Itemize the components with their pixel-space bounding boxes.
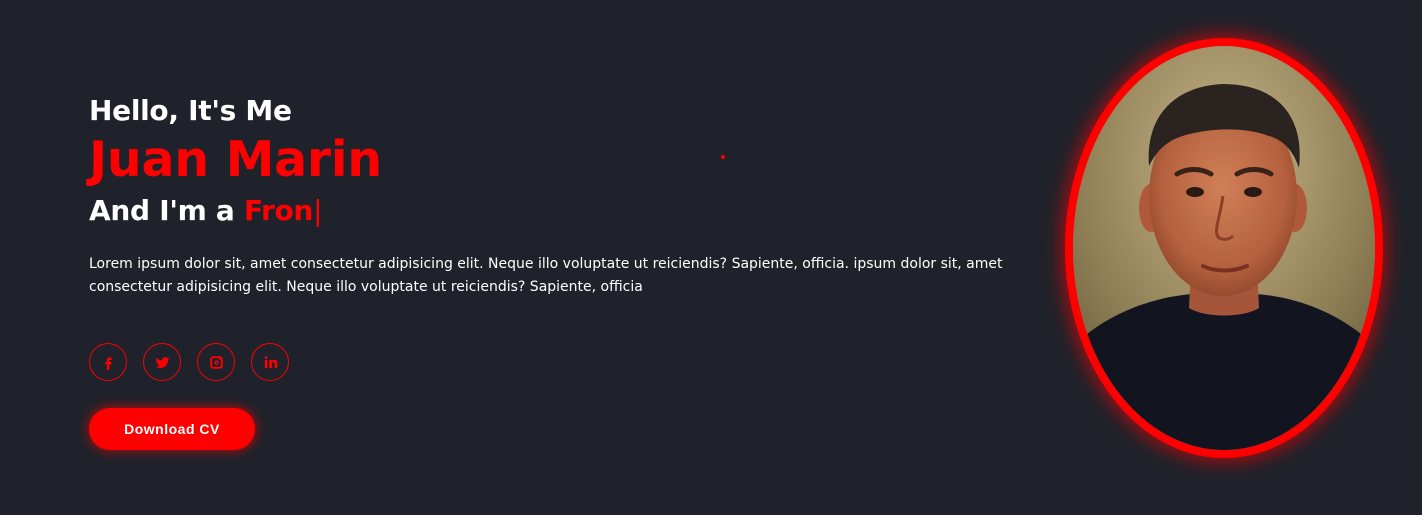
hero-description: Lorem ipsum dolor sit, amet consectetur … bbox=[89, 256, 1003, 295]
greeting-text: Hello, It's Me bbox=[89, 94, 292, 127]
profile-portrait-image bbox=[1073, 46, 1375, 450]
twitter-link[interactable] bbox=[143, 343, 181, 381]
twitter-icon bbox=[155, 356, 169, 368]
social-links bbox=[89, 343, 289, 381]
typing-cursor: | bbox=[313, 194, 323, 227]
instagram-link[interactable] bbox=[197, 343, 235, 381]
role-line: And I'm a Fron| bbox=[89, 192, 1069, 230]
decorative-dot bbox=[721, 155, 725, 159]
profile-name: Juan Marin bbox=[89, 131, 382, 188]
download-cv-button[interactable]: Download CV bbox=[89, 408, 255, 450]
facebook-icon bbox=[104, 357, 112, 370]
facebook-link[interactable] bbox=[89, 343, 127, 381]
linkedin-link[interactable] bbox=[251, 343, 289, 381]
hero-content: Hello, It's Me Juan Marin And I'm a Fron… bbox=[89, 92, 1069, 299]
instagram-icon bbox=[209, 355, 223, 369]
role-prefix: And I'm a bbox=[89, 194, 244, 227]
profile-photo bbox=[1073, 46, 1375, 450]
hero-section: Hello, It's Me Juan Marin And I'm a Fron… bbox=[0, 0, 1422, 515]
profile-photo-frame bbox=[1065, 38, 1383, 458]
role-typed-text: Fron bbox=[243, 194, 314, 227]
linkedin-icon bbox=[264, 355, 277, 368]
